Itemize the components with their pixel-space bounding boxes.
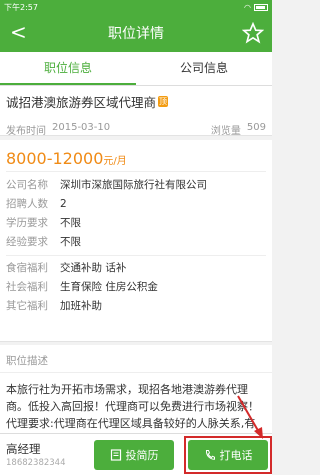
job-title: 诚招港澳旅游券区域代理商 <box>6 95 157 110</box>
nav-bar: < 职位详情 <box>0 14 272 52</box>
job-details: 8000-12000元/月 公司名称 深圳市深旅国际旅行社有限公司 招聘人数 2 学… <box>0 140 272 342</box>
tab-bar: 职位信息 公司信息 <box>0 52 272 86</box>
info-row: 学历要求 不限 <box>6 214 266 233</box>
call-button[interactable]: 打电话 <box>188 439 268 470</box>
salary: 8000-12000元/月 <box>6 146 266 172</box>
status-bar: 下午2:57 ◠ <box>0 0 272 14</box>
status-time: 下午2:57 <box>4 2 38 12</box>
bottom-action-bar: 高经理 18682382344 投简历 打电话 <box>0 433 272 475</box>
contact-name: 高经理 <box>6 442 41 456</box>
contact-info: 高经理 18682382344 <box>0 441 88 468</box>
job-header: 诚招港澳旅游券区域代理商 顶 发布时间 2015-03-10 浏览量 509 <box>0 86 272 137</box>
tab-company-info[interactable]: 公司信息 <box>136 52 272 85</box>
divider <box>6 255 266 256</box>
wifi-icon: ◠ <box>244 2 251 12</box>
description-text: 本旅行社为开拓市场需求，现招各地港澳游券代理商。低投入高回报！代理商可以免费进行… <box>0 373 272 433</box>
tab-job-info[interactable]: 职位信息 <box>0 52 136 85</box>
experience-requirement: 不限 <box>60 236 81 248</box>
meta-row: 发布时间 2015-03-10 浏览量 509 <box>6 122 266 137</box>
benefit-row: 社会福利 生育保险 住房公积金 <box>6 281 158 293</box>
salary-range: 8000-12000 <box>6 149 104 168</box>
top-badge: 顶 <box>158 96 169 107</box>
back-icon[interactable]: < <box>10 22 30 43</box>
info-row: 招聘人数 2 <box>6 195 266 214</box>
call-highlight-box: 打电话 <box>184 435 272 474</box>
views-count: 509 <box>246 122 266 133</box>
call-label: 打电话 <box>219 448 253 462</box>
page-title: 职位详情 <box>108 26 164 42</box>
submit-resume-button[interactable]: 投简历 <box>94 439 174 470</box>
contact-phone: 18682382344 <box>6 458 66 468</box>
company-name: 深圳市深旅国际旅行社有限公司 <box>60 179 207 191</box>
submit-resume-label: 投简历 <box>125 448 159 462</box>
benefit-row: 食宿福利 交通补助 话补 <box>6 262 127 274</box>
battery-icon <box>254 3 268 11</box>
education-requirement: 不限 <box>60 217 81 229</box>
views-label: 浏览量 <box>210 126 241 137</box>
publish-date: 2015-03-10 <box>52 122 111 133</box>
star-icon[interactable] <box>242 22 264 44</box>
info-row: 经验要求 不限 <box>6 233 266 252</box>
salary-unit: 元/月 <box>103 156 127 167</box>
status-icons: ◠ <box>244 3 268 12</box>
publish-label: 发布时间 <box>6 126 46 137</box>
job-title-row: 诚招港澳旅游券区域代理商 顶 <box>6 92 266 111</box>
description-heading: 职位描述 <box>0 345 272 373</box>
resume-icon <box>110 448 121 461</box>
benefit-row: 其它福利 加班补助 <box>6 300 102 312</box>
info-row: 公司名称 深圳市深旅国际旅行社有限公司 <box>6 176 266 195</box>
phone-icon <box>205 449 215 460</box>
headcount: 2 <box>60 198 67 210</box>
